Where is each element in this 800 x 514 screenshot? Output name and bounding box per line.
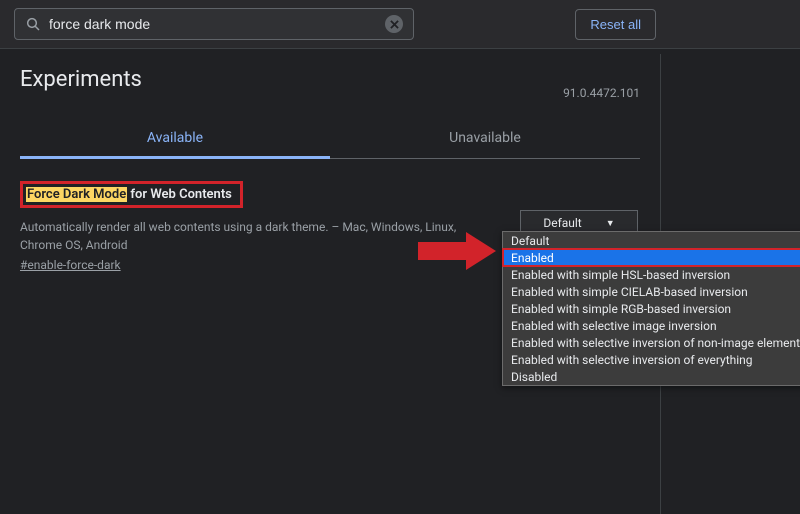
clear-search-button[interactable] — [385, 15, 403, 33]
version-label: 91.0.4472.101 — [563, 86, 640, 100]
experiment-select-dropdown: DefaultEnabledEnabled with simple HSL-ba… — [502, 231, 800, 386]
page-title: Experiments — [20, 67, 640, 92]
chevron-down-icon: ▼ — [606, 218, 615, 229]
experiment-title-highlight: Force Dark Mode — [26, 187, 127, 202]
tab-available[interactable]: Available — [20, 118, 330, 158]
top-bar: Reset all — [0, 0, 800, 49]
select-current-value: Default — [543, 216, 581, 230]
dropdown-option[interactable]: Enabled with simple RGB-based inversion — [503, 300, 800, 317]
dropdown-option[interactable]: Enabled with simple HSL-based inversion — [503, 266, 800, 283]
dropdown-option[interactable]: Enabled — [503, 249, 800, 266]
experiment-title: Force Dark Mode for Web Contents — [20, 181, 243, 208]
search-icon — [25, 16, 41, 32]
dropdown-option[interactable]: Enabled with selective inversion of ever… — [503, 351, 800, 368]
search-box[interactable] — [14, 8, 414, 40]
dropdown-option[interactable]: Enabled with selective inversion of non-… — [503, 334, 800, 351]
close-icon — [390, 20, 399, 29]
reset-all-button[interactable]: Reset all — [575, 9, 656, 40]
dropdown-option[interactable]: Default — [503, 232, 800, 249]
dropdown-option[interactable]: Disabled — [503, 368, 800, 385]
tab-unavailable[interactable]: Unavailable — [330, 118, 640, 158]
dropdown-option[interactable]: Enabled with simple CIELAB-based inversi… — [503, 283, 800, 300]
tabs: Available Unavailable — [20, 118, 640, 159]
experiment-title-rest: for Web Contents — [127, 187, 232, 202]
search-input[interactable] — [49, 16, 377, 32]
dropdown-option[interactable]: Enabled with selective image inversion — [503, 317, 800, 334]
experiment-description: Automatically render all web contents us… — [20, 218, 480, 254]
annotation-arrow — [418, 232, 498, 268]
